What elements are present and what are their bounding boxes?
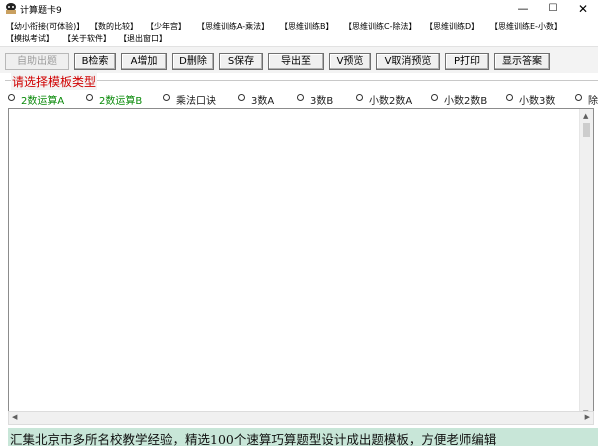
scroll-left-icon[interactable]: ◀ [12,413,17,421]
minimize-button[interactable]: — [508,0,538,18]
horizontal-scrollbar[interactable]: ◀ ▶ [8,411,594,425]
title-bar: 计算题卡9 — ☐ ✕ [0,0,598,18]
radio-label: 小数2数B [444,96,488,107]
menu-item-thinking-b[interactable]: 【思维训练B】 [280,21,334,32]
radio-label: 小数2数A [369,96,413,107]
radio-label: 3数B [310,96,334,107]
scroll-up-icon[interactable]: ▲ [583,112,588,120]
footer-text: 汇集北京市多所名校教学经验，精选100个速算巧算题型设计成出题模板，方便老师编辑 [10,432,497,446]
radio-circle[interactable] [8,94,15,101]
toolbar: 自助出题 B检索 A增加 D删除 S保存 导出至 V预览 V取消预览 P打印 显… [0,46,598,73]
delete-button[interactable]: D删除 [172,53,214,70]
radio-label: 2数运算B [99,96,143,107]
cancel-preview-button[interactable]: V取消预览 [376,53,440,70]
radio-label: 3数A [251,96,275,107]
menu-item-thinking-c[interactable]: 【思维训练C-除法】 [344,21,416,32]
radio-circle[interactable] [297,94,304,101]
menu-item-mock-exam[interactable]: 【模拟考试】 [6,33,54,44]
radio-circle[interactable] [575,94,582,101]
template-type-group: 请选择模板类型 2数运算A 2数运算B 乘法口诀 3数A 3数B 小数2数A 小… [5,73,598,107]
menu-item-about[interactable]: 【关于软件】 [63,33,111,44]
app-icon [6,3,16,14]
radio-circle[interactable] [506,94,513,101]
radio-circle[interactable] [163,94,170,101]
radio-circle[interactable] [86,94,93,101]
menu-item-number-compare[interactable]: 【数的比较】 [90,21,138,32]
radio-circle[interactable] [356,94,363,101]
save-button[interactable]: S保存 [219,53,263,70]
radio-label: 乘法口诀 [176,96,216,107]
auto-generate-button[interactable]: 自助出题 [5,53,69,70]
radio-label: 小数3数 [519,96,556,107]
radio-circle[interactable] [238,94,245,101]
window-title: 计算题卡9 [20,6,62,16]
close-button[interactable]: ✕ [568,0,598,18]
scrollbar-thumb[interactable] [583,123,590,137]
preview-button[interactable]: V预览 [329,53,371,70]
radio-label: 除 [588,96,598,107]
vertical-scrollbar[interactable]: ▲ ▼ [579,109,593,423]
radio-circle[interactable] [431,94,438,101]
footer-banner: 汇集北京市多所名校教学经验，精选100个速算巧算题型设计成出题模板，方便老师编辑 [8,428,598,446]
show-answer-button[interactable]: 显示答案 [494,53,550,70]
export-button[interactable]: 导出至 [268,53,324,70]
print-button[interactable]: P打印 [445,53,489,70]
menu-item-thinking-d[interactable]: 【思维训练D】 [425,21,479,32]
add-button[interactable]: A增加 [121,53,167,70]
menu-item-youth-palace[interactable]: 【少年宫】 [146,21,186,32]
template-type-legend: 请选择模板类型 [11,73,98,90]
menu-bar: 【幼小衔接(可体验)】 【数的比较】 【少年宫】 【思维训练A-乘法】 【思维训… [0,19,598,45]
menu-item-thinking-e[interactable]: 【思维训练E-小数】 [490,21,562,32]
search-button[interactable]: B检索 [74,53,116,70]
question-content-area[interactable]: ▲ ▼ [8,108,594,424]
maximize-button[interactable]: ☐ [538,0,568,18]
menu-item-thinking-a[interactable]: 【思维训练A-乘法】 [197,21,269,32]
menu-item-kindergarten[interactable]: 【幼小衔接(可体验)】 [6,21,84,32]
scroll-right-icon[interactable]: ▶ [585,413,590,421]
menu-item-exit[interactable]: 【退出窗口】 [119,33,167,44]
radio-label: 2数运算A [21,96,65,107]
